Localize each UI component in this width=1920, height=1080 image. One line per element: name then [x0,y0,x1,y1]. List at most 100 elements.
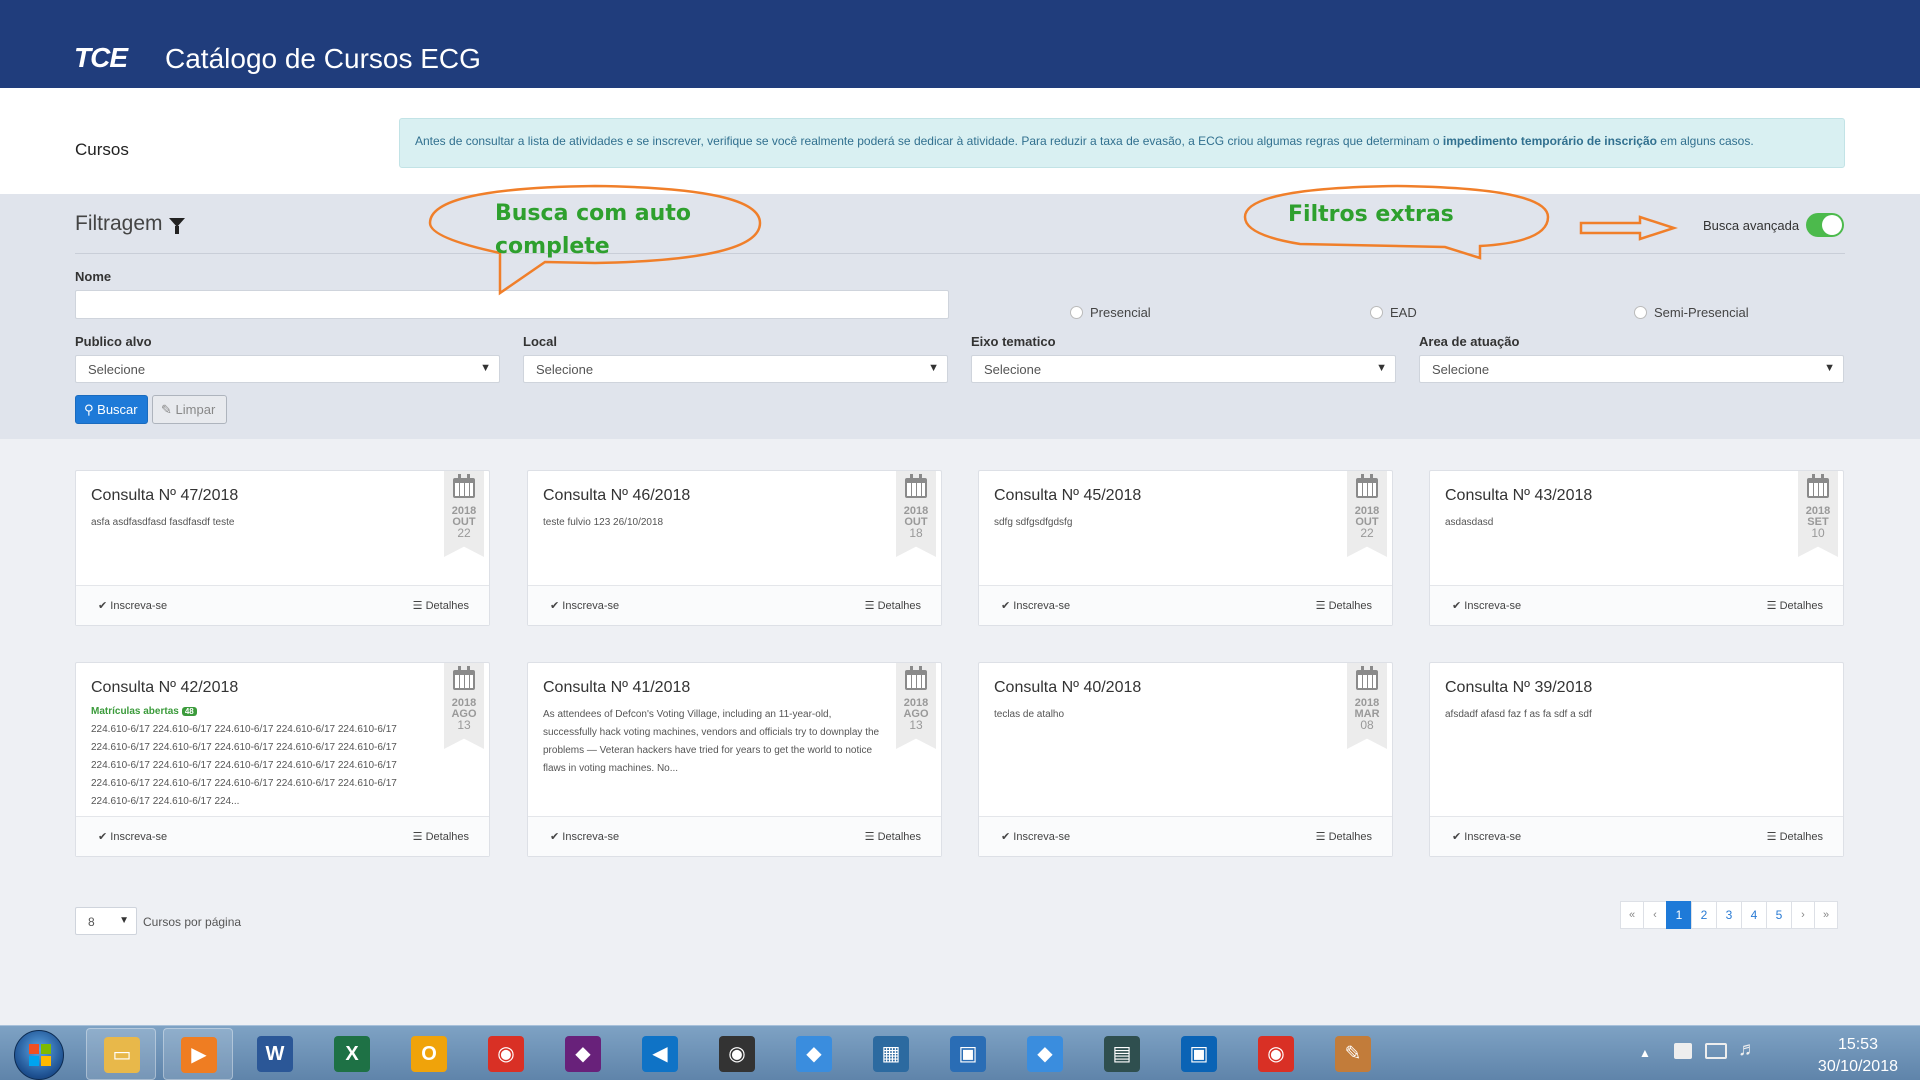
search-button[interactable]: ⚲ Buscar [75,395,148,424]
remote-desktop-taskbar-button[interactable]: ▣ [933,1028,1003,1080]
course-card[interactable]: Consulta Nº 39/2018 afsdadf afasd faz f a… [1429,662,1844,857]
card-title[interactable]: Consulta Nº 46/2018 [543,487,925,505]
radio-circle-icon [1070,306,1083,320]
divider [75,253,1845,254]
enroll-label: Inscreva-se [110,600,168,612]
network-icon[interactable] [1705,1043,1727,1059]
page-2-button[interactable]: 2 [1691,901,1717,929]
enroll-link[interactable]: ✔ Inscreva-se [1001,599,1070,612]
page-nav-button[interactable]: « [1620,901,1644,929]
publico-alvo-select[interactable]: Selecione ▼ [75,355,500,383]
course-card[interactable]: Consulta Nº 45/2018 sdfg sdfgsdfgdsfg 2018… [978,470,1393,626]
enroll-link[interactable]: ✔ Inscreva-se [550,830,619,843]
volume-icon[interactable]: ♬ [1738,1039,1757,1061]
details-label: Detalhes [877,600,921,612]
eixo-tematico-select[interactable]: Selecione ▼ [971,355,1396,383]
details-link[interactable]: ☰ Detalhes [865,599,921,612]
card-footer: ✔ Inscreva-se ☰ Detalhes [1430,816,1843,856]
details-link[interactable]: ☰ Detalhes [865,830,921,843]
start-button[interactable] [14,1030,64,1080]
file-explorer-taskbar-button[interactable]: ▭ [86,1028,156,1080]
page-nav-button[interactable]: ‹ [1643,901,1667,929]
enroll-link[interactable]: ✔ Inscreva-se [1452,599,1521,612]
details-link[interactable]: ☰ Detalhes [1767,830,1823,843]
notice-link[interactable]: impedimento temporário de inscrição [1443,134,1657,148]
card-body: Consulta Nº 42/2018 Matrículas abertas 48 2… [76,663,489,811]
enroll-link[interactable]: ✔ Inscreva-se [1452,830,1521,843]
enroll-label: Inscreva-se [1464,831,1522,843]
details-link[interactable]: ☰ Detalhes [1316,599,1372,612]
action-center-flag-icon[interactable] [1674,1043,1692,1059]
check-icon: ✔ [1452,600,1462,612]
card-title[interactable]: Consulta Nº 43/2018 [1445,487,1827,505]
course-card[interactable]: Consulta Nº 46/2018 teste fulvio 123 26/1… [527,470,942,626]
calendar-icon [1356,474,1378,498]
visual-studio-taskbar-button[interactable]: ◆ [548,1028,618,1080]
chrome-2-taskbar-button[interactable]: ◉ [1241,1028,1311,1080]
chrome-taskbar-button[interactable]: ◉ [471,1028,541,1080]
course-card[interactable]: Consulta Nº 42/2018 Matrículas abertas 48 2… [75,662,490,857]
system-clock[interactable]: 15:53 30/10/2018 [1818,1034,1898,1078]
file-explorer-icon: ▭ [104,1037,140,1073]
card-title[interactable]: Consulta Nº 47/2018 [91,487,473,505]
enroll-label: Inscreva-se [1013,831,1071,843]
details-link[interactable]: ☰ Detalhes [1767,599,1823,612]
page-5-button[interactable]: 5 [1766,901,1792,929]
details-link[interactable]: ☰ Detalhes [413,830,469,843]
enroll-label: Inscreva-se [1464,600,1522,612]
per-page-select[interactable]: 8 ▼ [75,907,137,935]
eraser-icon: ✎ [161,402,172,417]
enroll-link[interactable]: ✔ Inscreva-se [550,599,619,612]
enroll-link[interactable]: ✔ Inscreva-se [98,599,167,612]
details-link[interactable]: ☰ Detalhes [1316,830,1372,843]
paint-taskbar-button[interactable]: ✎ [1318,1028,1388,1080]
show-hidden-icons-icon[interactable]: ▲ [1639,1046,1651,1060]
card-title[interactable]: Consulta Nº 39/2018 [1445,679,1827,697]
local-select[interactable]: Selecione ▼ [523,355,948,383]
enroll-label: Inscreva-se [110,831,168,843]
course-card[interactable]: Consulta Nº 47/2018 asfa asdfasdfasd fasd… [75,470,490,626]
radio-ead[interactable]: EAD [1370,305,1417,320]
card-title[interactable]: Consulta Nº 41/2018 [543,679,925,697]
card-description: 224.610-6/17 224.610-6/17 224.610-6/17 2… [91,724,397,807]
outlook-taskbar-button[interactable]: O [394,1028,464,1080]
enroll-link[interactable]: ✔ Inscreva-se [98,830,167,843]
clear-button[interactable]: ✎ Limpar [152,395,227,424]
list-icon: ☰ [412,831,423,843]
card-title[interactable]: Consulta Nº 42/2018 [91,679,473,697]
page-nav-button[interactable]: › [1791,901,1815,929]
word-taskbar-button[interactable]: W [240,1028,310,1080]
course-card[interactable]: Consulta Nº 41/2018 As attendees of Defco… [527,662,942,857]
course-card[interactable]: Consulta Nº 43/2018 asdasdasd 2018 SET 10 ✔ I… [1429,470,1844,626]
card-description: asfa asdfasdfasd fasdfasdf teste [91,517,235,528]
intel-tool-taskbar-button[interactable]: ▣ [1164,1028,1234,1080]
media-player-taskbar-button[interactable]: ▶ [163,1028,233,1080]
enroll-link[interactable]: ✔ Inscreva-se [1001,830,1070,843]
radio-presencial[interactable]: Presencial [1070,305,1151,320]
tce-logo[interactable]: TCE [74,42,128,74]
network-tool-taskbar-button[interactable]: ▦ [856,1028,926,1080]
card-title[interactable]: Consulta Nº 40/2018 [994,679,1376,697]
vscode-icon: ◀ [642,1036,678,1072]
advanced-search-toggle[interactable] [1806,213,1844,237]
excel-taskbar-button[interactable]: X [317,1028,387,1080]
page-1-button[interactable]: 1 [1666,901,1692,929]
vscode-taskbar-button[interactable]: ◀ [625,1028,695,1080]
sourcetree-2-taskbar-button[interactable]: ◆ [1010,1028,1080,1080]
radio-semi-presencial[interactable]: Semi-Presencial [1634,305,1749,320]
details-link[interactable]: ☰ Detalhes [413,599,469,612]
card-body: Consulta Nº 40/2018 teclas de atalho [979,663,1392,724]
app-title[interactable]: Catálogo de Cursos ECG [165,43,481,75]
page-3-button[interactable]: 3 [1716,901,1742,929]
page-4-button[interactable]: 4 [1741,901,1767,929]
card-title[interactable]: Consulta Nº 45/2018 [994,487,1376,505]
course-card[interactable]: Consulta Nº 40/2018 teclas de atalho 2018 M… [978,662,1393,857]
terminal-taskbar-button[interactable]: ▤ [1087,1028,1157,1080]
area-atuacao-select[interactable]: Selecione ▼ [1419,355,1844,383]
sourcetree-taskbar-button[interactable]: ◆ [779,1028,849,1080]
date-ribbon: 2018 AGO 13 [444,663,484,749]
page-nav-button[interactable]: » [1814,901,1838,929]
calendar-icon [453,666,475,690]
github-desktop-taskbar-button[interactable]: ◉ [702,1028,772,1080]
details-label: Detalhes [425,831,469,843]
